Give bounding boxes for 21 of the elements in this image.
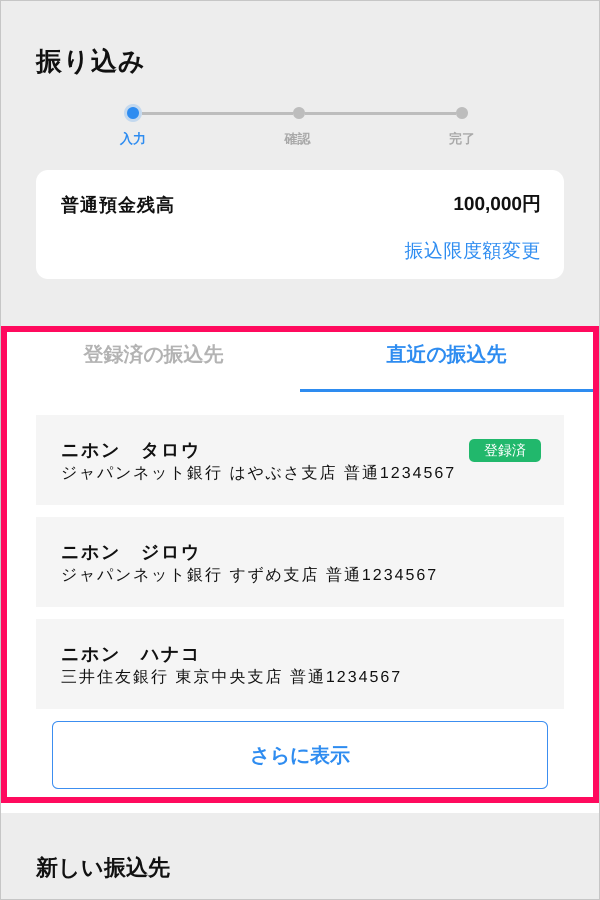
payee-name: ニホン ジロウ [61, 541, 201, 564]
page-title: 振り込み [36, 45, 146, 78]
payee-tab[interactable]: 登録済の振込先 [7, 332, 300, 392]
payee-card[interactable]: ニホン ハナコ 三井住友銀行 東京中央支店 普通1234567 [36, 619, 564, 709]
step-label: 入力 [120, 130, 146, 148]
step-label: 完了 [449, 130, 475, 148]
step-label: 確認 [284, 130, 310, 148]
account-details: ジャパンネット銀行 はやぶさ支店 普通1234567 [61, 465, 456, 482]
payee-tab[interactable]: 直近の振込先 [300, 332, 593, 392]
status-badge: 登録済 [469, 438, 541, 462]
account-details: ジャパンネット銀行 すずめ支店 普通1234567 [61, 567, 438, 584]
payee-name: ニホン タロウ [61, 439, 201, 462]
limit-change-link[interactable]: 振込限度額変更 [404, 239, 541, 265]
account-details: 三井住友銀行 東京中央支店 普通1234567 [61, 669, 402, 686]
balance-amount: 100,000円 [453, 193, 541, 217]
payee-card[interactable]: ニホン タロウ 登録済 ジャパンネット銀行 はやぶさ支店 普通1234567 [36, 415, 564, 505]
show-more-button[interactable]: さらに表示 [52, 721, 548, 789]
balance-label: 普通預金残高 [61, 194, 175, 217]
payee-card[interactable]: ニホン ジロウ ジャパンネット銀行 すずめ支店 普通1234567 [36, 517, 564, 607]
payee-name: ニホン ハナコ [61, 643, 201, 666]
section-title: 新しい振込先 [36, 854, 170, 882]
